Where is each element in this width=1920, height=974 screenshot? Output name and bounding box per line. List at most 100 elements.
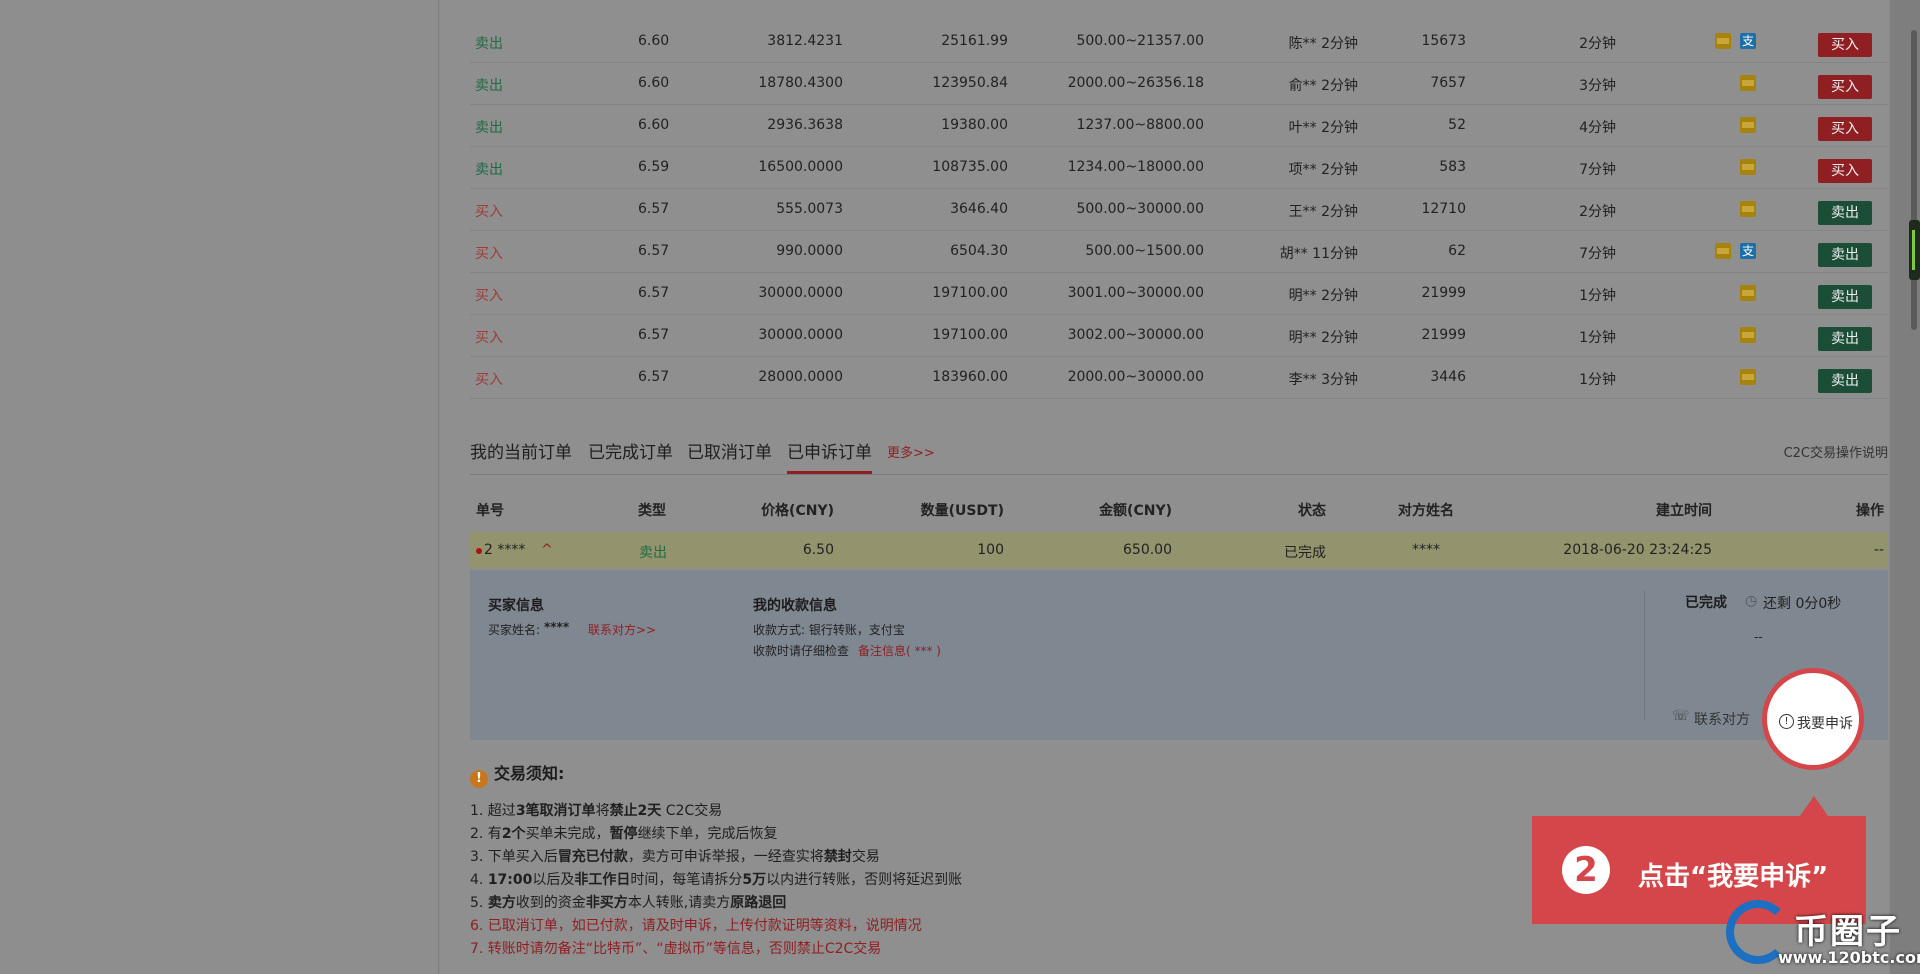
info-icon: ! <box>1779 714 1794 729</box>
buyer-name: **** <box>544 620 570 634</box>
chat-icon: ☏ <box>1672 708 1690 724</box>
receipt-note: 备注信息( *** ) <box>858 644 941 658</box>
row-type: 买入 <box>475 204 503 220</box>
row-limit: 3002.00~30000.00 <box>1067 327 1204 343</box>
sell-button[interactable]: 卖出 <box>1818 327 1872 351</box>
tab-cancelled-orders[interactable]: 已取消订单 <box>687 438 772 463</box>
receipt-check-text: 收款时请仔细检查 <box>753 644 850 658</box>
row-qty: 2936.3638 <box>767 117 843 133</box>
header-type: 类型 <box>638 503 666 519</box>
side-widget[interactable] <box>1909 220 1920 280</box>
detail-dash: -- <box>1754 630 1763 644</box>
left-background <box>0 0 439 974</box>
tab-appealed-orders[interactable]: 已申诉订单 <box>787 438 872 474</box>
watermark-url: www.120btc.com <box>1778 948 1920 967</box>
row-time: 1分钟 <box>1579 288 1616 304</box>
order-detail-panel: 买家信息 买家姓名: **** 联系对方>> 我的收款信息 收款方式: 银行转账… <box>470 570 1888 740</box>
row-limit: 500.00~21357.00 <box>1076 33 1204 49</box>
order-amount: 650.00 <box>1123 542 1172 558</box>
sell-button[interactable]: 卖出 <box>1818 369 1872 393</box>
row-user: 王** 2分钟 <box>1288 204 1358 220</box>
row-amount: 19380.00 <box>941 117 1008 133</box>
order-row[interactable]: 2 **** ^ 卖出 6.50 100 650.00 已完成 **** 201… <box>470 532 1888 568</box>
row-type: 买入 <box>475 372 503 388</box>
header-qty: 数量(USDT) <box>920 503 1004 519</box>
row-price: 6.57 <box>638 327 670 343</box>
buy-button[interactable]: 买入 <box>1818 117 1872 141</box>
appeal-button-highlight[interactable]: ! 我要申诉 <box>1762 668 1864 770</box>
tab-current-orders[interactable]: 我的当前订单 <box>470 438 572 463</box>
row-limit: 500.00~1500.00 <box>1085 243 1204 259</box>
notice-line-7: 7. 转账时请勿备注“比特币”、“虚拟币”等信息，否则禁止C2C交易 <box>470 941 882 957</box>
clock-icon: ◷ <box>1745 593 1758 609</box>
row-type: 卖出 <box>475 162 503 178</box>
order-action: -- <box>1873 542 1884 558</box>
row-amount: 197100.00 <box>932 327 1008 343</box>
bank-card-icon <box>1740 369 1756 385</box>
row-count: 52 <box>1448 117 1466 133</box>
header-name: 对方姓名 <box>1398 503 1454 519</box>
sell-button[interactable]: 卖出 <box>1818 201 1872 225</box>
row-count: 21999 <box>1421 327 1466 343</box>
buy-button[interactable]: 买入 <box>1818 33 1872 57</box>
row-limit: 2000.00~26356.18 <box>1067 75 1204 91</box>
row-count: 21999 <box>1421 285 1466 301</box>
contact-link[interactable]: 联系对方>> <box>588 621 656 638</box>
row-price: 6.57 <box>638 201 670 217</box>
market-row: 买入 6.57 555.0073 3646.40 500.00~30000.00 王** … <box>470 188 1888 231</box>
row-qty: 555.0073 <box>776 201 843 217</box>
row-count: 583 <box>1439 159 1466 175</box>
market-row: 买入 6.57 30000.0000 197100.00 3002.00~30000.0… <box>470 314 1888 357</box>
header-amount: 金额(CNY) <box>1099 503 1172 519</box>
buy-button[interactable]: 买入 <box>1818 75 1872 99</box>
row-user: 俞** 2分钟 <box>1288 78 1358 94</box>
market-row: 卖出 6.60 18780.4300 123950.84 2000.00~26356.1… <box>470 62 1888 105</box>
market-row: 卖出 6.59 16500.0000 108735.00 1234.00~18000.0… <box>470 146 1888 189</box>
row-time: 7分钟 <box>1579 246 1616 262</box>
order-created: 2018-06-20 23:24:25 <box>1563 542 1712 558</box>
receipt-info-title: 我的收款信息 <box>753 598 837 614</box>
more-link[interactable]: 更多>> <box>887 442 935 461</box>
row-amount: 6504.30 <box>950 243 1008 259</box>
notice-line-5: 5. 卖方收到的资金非买方本人转账,请卖方原路退回 <box>470 895 787 911</box>
sell-button[interactable]: 卖出 <box>1818 243 1872 267</box>
row-time: 2分钟 <box>1579 36 1616 52</box>
row-count: 7657 <box>1430 75 1466 91</box>
row-qty: 3812.4231 <box>767 33 843 49</box>
notice-line-2: 2. 有2个买单未完成，暂停继续下单，完成后恢复 <box>470 826 778 842</box>
row-price: 6.60 <box>638 75 670 91</box>
watermark-logo: 币圈子 www.120btc.com <box>1720 896 1920 974</box>
row-time: 2分钟 <box>1579 204 1616 220</box>
row-count: 12710 <box>1421 201 1466 217</box>
row-type: 卖出 <box>475 36 503 52</box>
row-user: 项** 2分钟 <box>1288 162 1358 178</box>
market-row: 买入 6.57 28000.0000 183960.00 2000.00~30000.0… <box>470 356 1888 399</box>
scrollbar-thumb[interactable] <box>1911 30 1917 330</box>
row-user: 陈** 2分钟 <box>1288 36 1358 52</box>
order-qty: 100 <box>977 542 1004 558</box>
bank-card-icon <box>1740 117 1756 133</box>
header-price: 价格(CNY) <box>761 503 834 519</box>
contact-counterparty-button[interactable]: 联系对方 <box>1694 709 1750 729</box>
row-price: 6.57 <box>638 285 670 301</box>
tab-completed-orders[interactable]: 已完成订单 <box>588 438 673 463</box>
row-qty: 16500.0000 <box>758 159 843 175</box>
row-amount: 123950.84 <box>932 75 1008 91</box>
row-price: 6.59 <box>638 159 670 175</box>
row-amount: 108735.00 <box>932 159 1008 175</box>
row-qty: 30000.0000 <box>758 285 843 301</box>
row-limit: 3001.00~30000.00 <box>1067 285 1204 301</box>
buy-button[interactable]: 买入 <box>1818 159 1872 183</box>
collapse-caret-icon[interactable]: ^ <box>541 542 553 558</box>
appeal-button[interactable]: 我要申诉 <box>1797 713 1853 733</box>
notice-line-6: 6. 已取消订单，如已付款，请及时申诉，上传付款证明等资料，说明情况 <box>470 918 922 934</box>
bank-card-icon <box>1740 75 1756 91</box>
row-amount: 183960.00 <box>932 369 1008 385</box>
row-qty: 18780.4300 <box>758 75 843 91</box>
sell-button[interactable]: 卖出 <box>1818 285 1872 309</box>
order-price: 6.50 <box>802 542 834 558</box>
c2c-guide-link[interactable]: C2C交易操作说明 <box>1784 442 1888 461</box>
row-type: 卖出 <box>475 120 503 136</box>
notice-title: ! 交易须知: <box>470 760 564 788</box>
order-id: 2 **** <box>484 542 526 558</box>
